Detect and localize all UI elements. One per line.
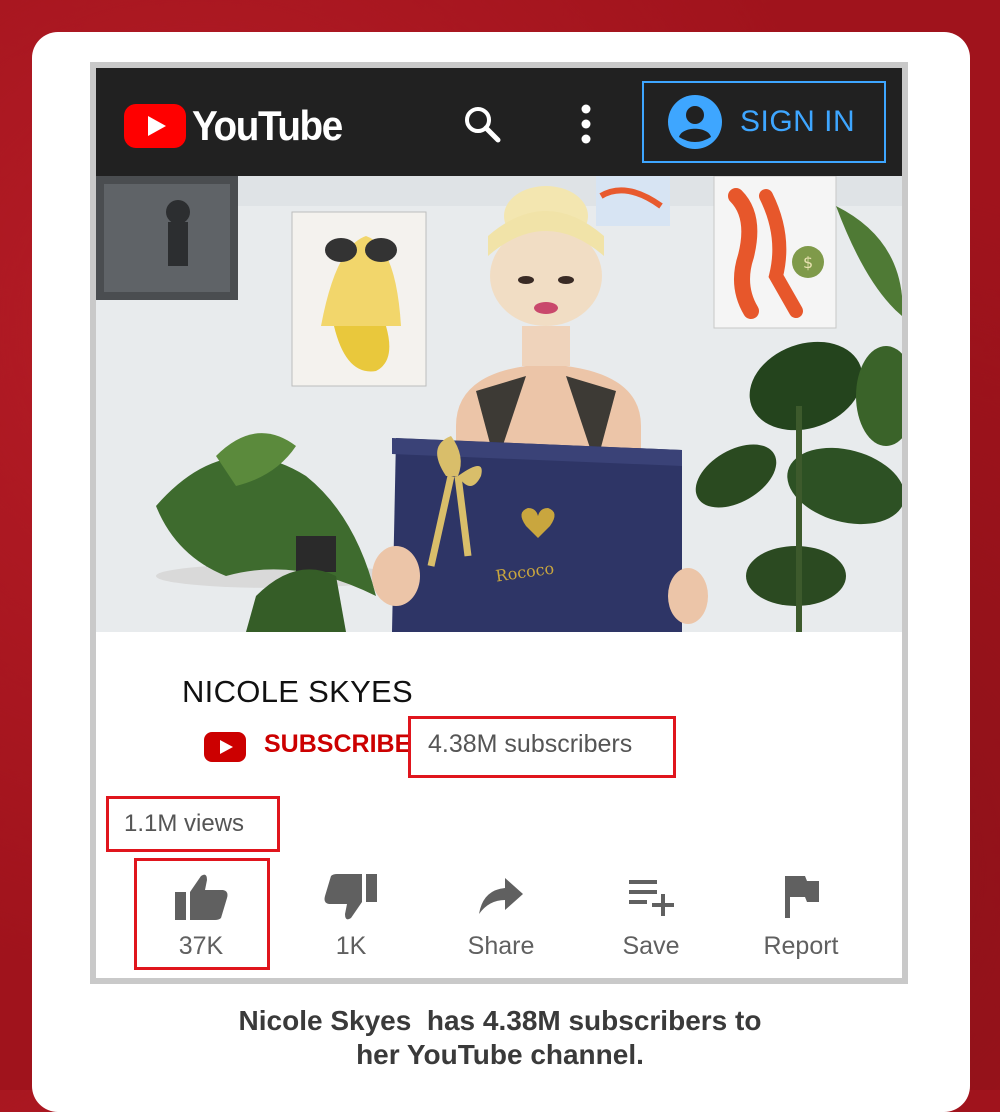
dislike-count: 1K [335,932,367,960]
svg-text:$: $ [803,253,813,272]
thumbs-down-icon [324,874,377,920]
caption-line-2: her YouTube channel. [356,1039,644,1070]
subscribe-button[interactable]: SUBSCRIBE [264,730,411,759]
video-info-panel: NICOLE SKYES SUBSCRIBE 4.38M subscribers… [96,632,902,978]
more-options-icon[interactable] [576,102,596,146]
sign-in-button[interactable]: SIGN IN [642,81,886,163]
report-label: Report [763,932,839,960]
share-icon [479,878,523,914]
playlist-add-icon [629,880,674,916]
phone-screenshot: YouTube SIGN IN $ Rococo NICOLE SKYES SU… [90,62,908,984]
sign-in-label: SIGN IN [740,105,856,138]
youtube-play-icon [124,104,186,148]
flag-icon [785,876,819,918]
caption-line-1: Nicole Skyes has 4.38M subscribers to [238,1005,762,1036]
caption: Nicole Skyes has 4.38M subscribers to he… [0,1004,1000,1072]
youtube-logo-text: YouTube [192,102,343,149]
gift-box: Rococo [372,436,708,632]
youtube-logo[interactable]: YouTube [124,102,355,150]
youtube-subscribe-icon [204,732,246,762]
account-icon [668,95,722,149]
save-button[interactable]: Save [586,858,716,961]
share-label: Share [467,932,535,960]
like-count-highlight [134,858,270,970]
subscriber-count-highlight [408,716,676,778]
search-icon[interactable] [462,104,502,144]
share-button[interactable]: Share [436,858,566,961]
video-actions-bar: 37K 1K Share Save Report [96,858,902,978]
video-frame: $ Rococo [96,176,902,632]
video-player[interactable]: $ Rococo [96,176,902,632]
channel-name[interactable]: NICOLE SKYES [182,674,413,710]
dislike-button[interactable]: 1K [286,858,416,961]
youtube-top-bar: YouTube SIGN IN [96,68,902,176]
report-button[interactable]: Report [736,858,866,961]
save-label: Save [622,932,680,960]
view-count-highlight [106,796,280,852]
